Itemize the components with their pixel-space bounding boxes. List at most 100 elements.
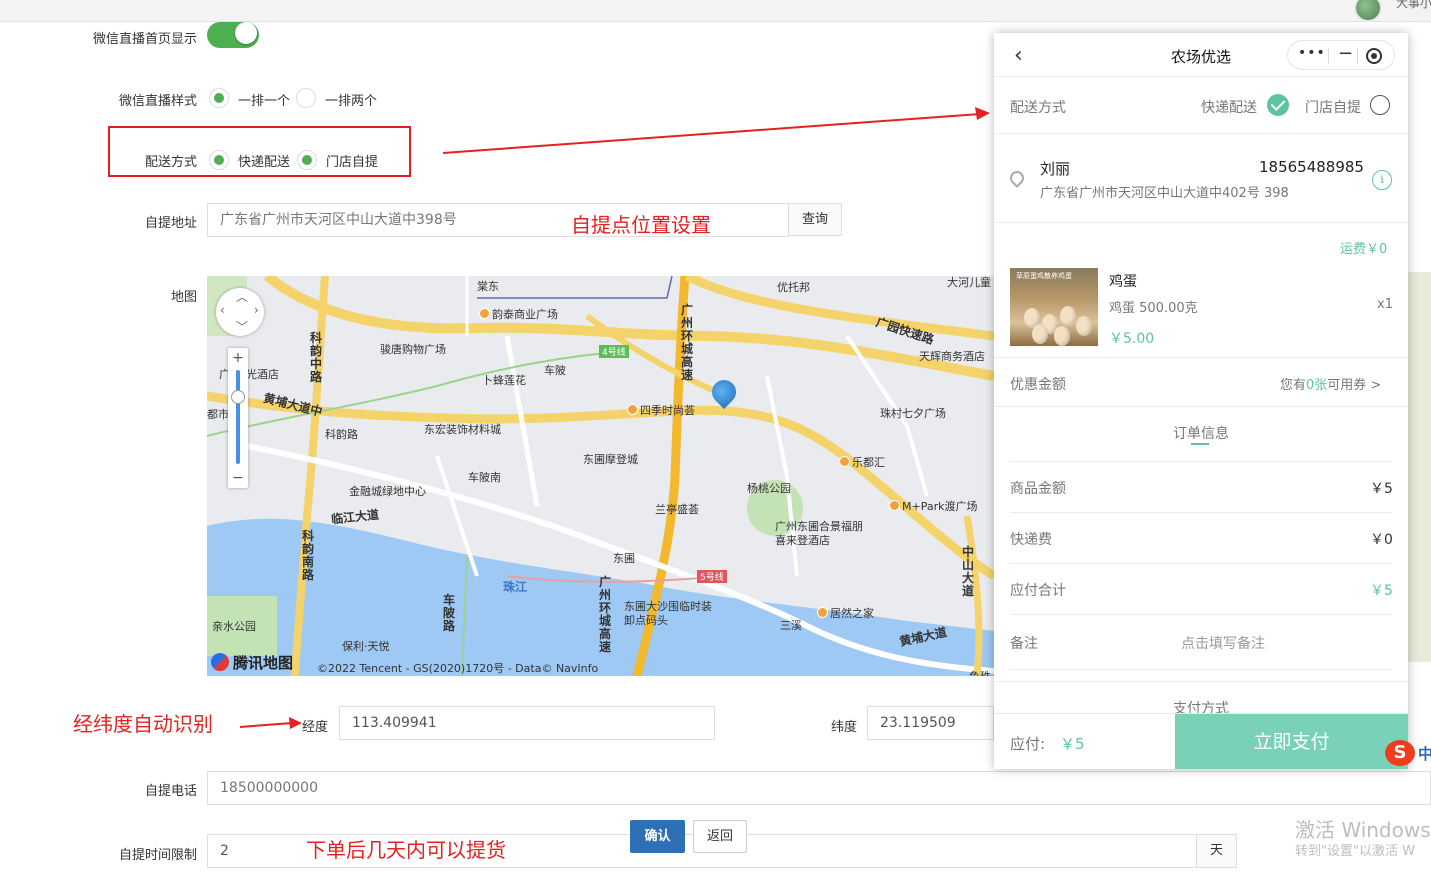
- map-label-l24: M+Park渡广场: [889, 498, 977, 514]
- zoom-track[interactable]: [236, 370, 240, 464]
- pan-down-icon[interactable]: ﹀: [236, 318, 248, 335]
- map-label-l33: 三溪: [780, 619, 802, 632]
- goods-amount-value: ￥5: [1370, 481, 1393, 497]
- divider: [1010, 512, 1392, 513]
- map-label-l5: 骏唐购物广场: [380, 343, 446, 356]
- product-price: ￥5.00: [1109, 331, 1155, 347]
- map-label-l10: 天辉商务酒店: [919, 350, 985, 363]
- preview-delivery-label: 配送方式: [1010, 100, 1066, 116]
- ime-mode-indicator[interactable]: 中: [1418, 743, 1431, 764]
- divider: [1010, 669, 1392, 670]
- egg-shape: [1054, 326, 1070, 346]
- map-label-l21: 杨桃公园: [747, 482, 791, 495]
- coupon-prefix: 您有: [1280, 378, 1307, 393]
- map-edge-sliver: [1408, 272, 1431, 662]
- map-label-l24-text: M+Park渡广场: [902, 500, 978, 513]
- mini-program-capsule[interactable]: ••• −: [1287, 40, 1395, 70]
- map-label-l40: 广州环城高速: [599, 575, 612, 654]
- divider: [994, 222, 1408, 223]
- pay-amount: ￥5: [1060, 735, 1085, 753]
- map-label-l20: 乐都汇: [839, 454, 885, 470]
- map-label: 地图: [171, 290, 198, 305]
- pickup-phone-input[interactable]: 18500000000: [207, 771, 1431, 805]
- map-label-l39: 5号线: [697, 570, 727, 583]
- map-label-l32: 居然之家: [817, 605, 874, 621]
- pay-bar: 应付: ￥5 立即支付: [994, 713, 1408, 769]
- annotation-pickup-point: 自提点位置设置: [571, 213, 711, 237]
- map-label-l43: 鱼珠: [969, 668, 991, 676]
- map-label-l32-text: 居然之家: [830, 607, 874, 620]
- product-image-caption: 草原蛋鸡散养鸡蛋: [1016, 272, 1072, 280]
- map-label-l26: 广州东圃合景福朋喜来登酒店: [775, 520, 863, 547]
- pan-left-icon[interactable]: ‹: [220, 303, 225, 317]
- map-view[interactable]: 棠东 优托邦 大河儿童 韵泰商业广场 骏唐购物广场 车陂 卜蜂莲花 广州环城高速…: [207, 276, 994, 676]
- map-label-l23: 兰亭盛荟: [655, 503, 699, 516]
- product-thumbnail: 草原蛋鸡散养鸡蛋: [1010, 268, 1098, 346]
- location-icon: [1007, 168, 1027, 188]
- remark-input[interactable]: 点击填写备注: [1181, 633, 1265, 653]
- back-button[interactable]: 返回: [693, 820, 747, 853]
- annotation-pickup-days: 下单后几天内可以提货: [306, 838, 506, 862]
- capsule-divider-2: [1357, 48, 1358, 64]
- info-icon[interactable]: i: [1372, 170, 1392, 190]
- ime-sogou-icon[interactable]: S: [1385, 740, 1415, 766]
- poi-marker-icon: [889, 500, 900, 511]
- minimize-icon[interactable]: −: [1338, 43, 1353, 64]
- map-label-l41: 都市: [207, 408, 229, 421]
- map-label-l4: 韵泰商业广场: [479, 306, 558, 322]
- map-label-l38: 4号线: [599, 345, 629, 358]
- close-target-icon[interactable]: [1366, 48, 1382, 64]
- map-copyright: ©2022 Tencent - GS(2020)1720号 - Data© Na…: [317, 662, 599, 675]
- divider: [994, 681, 1408, 682]
- map-label-l8: 广州环城高速: [681, 303, 694, 382]
- latitude-input[interactable]: 23.119509: [867, 706, 994, 740]
- poi-marker-icon: [817, 607, 828, 618]
- express-fee-label: 快递费: [1010, 532, 1052, 548]
- longitude-label: 经度: [302, 720, 329, 735]
- map-label-l3: 大河儿童: [947, 276, 991, 289]
- map-label-l13: 科韵路: [325, 428, 358, 441]
- confirm-button[interactable]: 确认: [630, 820, 685, 853]
- total-value: ￥5: [1370, 583, 1393, 599]
- map-pan-control[interactable]: ︿ ﹀ ‹ ›: [216, 288, 264, 336]
- goods-amount-label: 商品金额: [1010, 481, 1066, 497]
- map-label-l22: 金融城绿地中心: [349, 485, 426, 498]
- preview-pickup-text: 门店自提: [1305, 100, 1361, 116]
- pan-up-icon[interactable]: ︿: [236, 288, 248, 305]
- pickup-phone-label: 自提电话: [145, 784, 198, 799]
- zoom-in-icon[interactable]: +: [228, 350, 248, 366]
- map-label-l18: 东圃摩登城: [583, 453, 638, 466]
- express-fee-value: ￥0: [1370, 532, 1393, 548]
- map-logo: 腾讯地图: [211, 652, 293, 673]
- map-label-l4-text: 韵泰商业广场: [492, 308, 558, 321]
- map-label-l29: 珠江: [503, 580, 528, 594]
- coupon-label: 优惠金额: [1010, 377, 1066, 393]
- express-check-icon[interactable]: [1267, 94, 1289, 116]
- receiver-name: 刘丽: [1040, 160, 1071, 178]
- egg-shape: [1032, 324, 1048, 344]
- map-label-l19: 车陂南: [468, 471, 501, 484]
- zoom-slider-knob[interactable]: [231, 390, 245, 404]
- zoom-out-icon[interactable]: −: [228, 470, 248, 486]
- order-info-underline: [1191, 443, 1209, 445]
- shipping-fee: 运费￥0: [1340, 242, 1388, 257]
- windows-activation-title: 激活 Windows: [1295, 818, 1431, 842]
- map-logo-text: 腾讯地图: [233, 654, 294, 672]
- map-zoom-control[interactable]: + −: [228, 348, 248, 488]
- map-label-l7: 卜蜂莲花: [482, 374, 526, 387]
- map-label-l14: 科韵中路: [310, 331, 323, 384]
- map-label-l16: 珠村七夕广场: [880, 407, 946, 420]
- coupon-info[interactable]: 您有0张可用券 >: [1280, 374, 1381, 393]
- poi-marker-icon: [479, 308, 490, 319]
- address-query-button[interactable]: 查询: [789, 203, 842, 236]
- pan-right-icon[interactable]: ›: [254, 303, 259, 317]
- more-dots-icon[interactable]: •••: [1298, 45, 1326, 61]
- longitude-input[interactable]: 113.409941: [339, 706, 715, 740]
- order-info-heading: 订单信息: [1173, 426, 1229, 442]
- divider: [1010, 461, 1392, 462]
- latitude-label: 纬度: [831, 720, 858, 735]
- pickup-circle-icon[interactable]: [1370, 95, 1390, 115]
- total-label: 应付合计: [1010, 583, 1066, 599]
- pay-now-button[interactable]: 立即支付: [1175, 714, 1408, 769]
- receiver-phone: 18565488985: [1259, 158, 1364, 176]
